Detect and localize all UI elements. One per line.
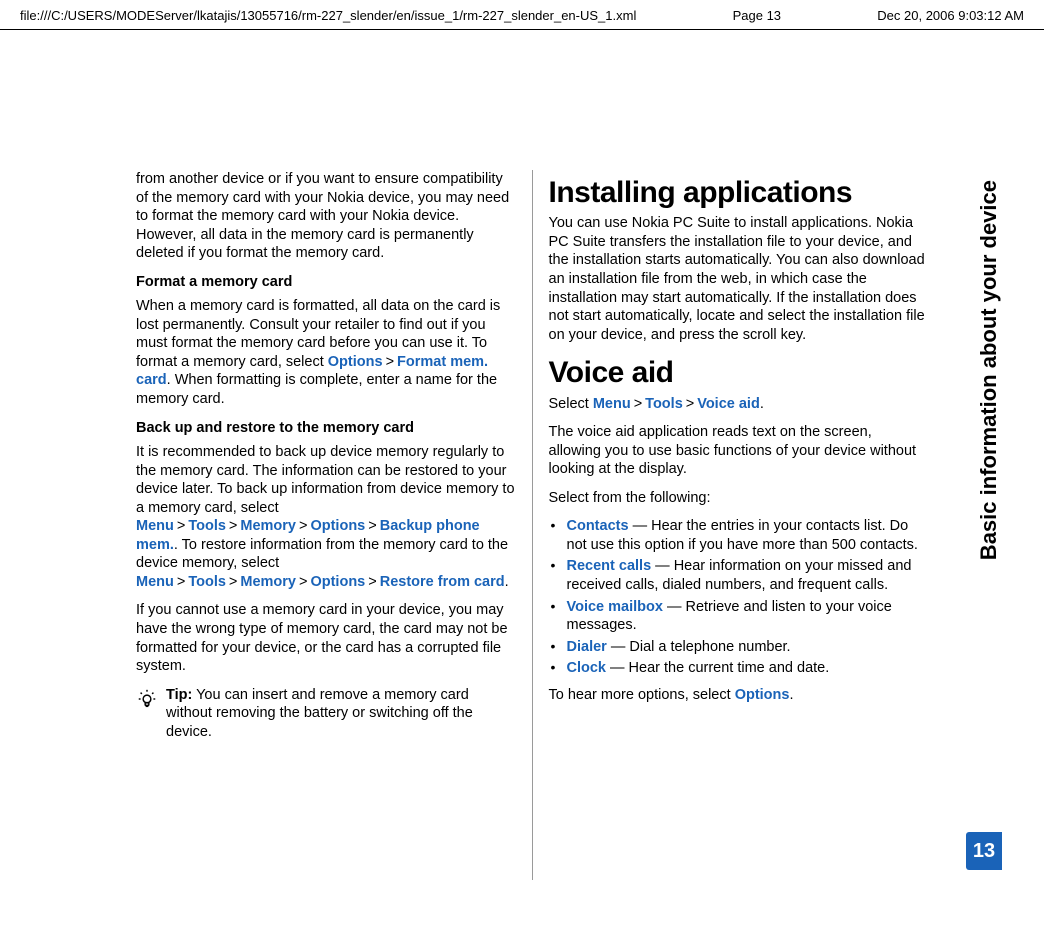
heading-voice-aid: Voice aid (549, 354, 929, 392)
gt-icon: > (174, 518, 188, 534)
right-column: Installing applications You can use Noki… (533, 170, 945, 880)
print-header: file:///C:/USERS/MODEServer/lkatajis/130… (0, 0, 1044, 30)
lightbulb-icon (136, 688, 158, 716)
opt-recent: Recent calls (567, 558, 652, 574)
list-item: Dialer — Dial a telephone number. (549, 638, 929, 657)
path-menu-2: Menu (136, 574, 174, 590)
header-file-path: file:///C:/USERS/MODEServer/lkatajis/130… (20, 8, 636, 23)
left-intro: from another device or if you want to en… (136, 170, 516, 263)
backup-p1-pre: It is recommended to back up device memo… (136, 444, 515, 516)
voice-select: Select Menu>Tools>Voice aid. (549, 395, 929, 414)
voice-more: To hear more options, select Options. (549, 686, 929, 705)
tip-text: Tip: You can insert and remove a memory … (166, 686, 516, 742)
voice-select-post: . (760, 396, 764, 412)
gt-icon: > (365, 574, 379, 590)
list-item: Recent calls — Hear information on your … (549, 557, 929, 594)
voice-path-tools: Tools (645, 396, 683, 412)
backup-heading: Back up and restore to the memory card (136, 419, 516, 438)
opt-contacts: Contacts (567, 518, 629, 534)
tip-body: You can insert and remove a memory card … (166, 687, 473, 740)
gt-icon: > (365, 518, 379, 534)
gt-icon: > (383, 354, 397, 370)
opt-voicemb: Voice mailbox (567, 599, 663, 615)
path-tools-2: Tools (188, 574, 226, 590)
page-root: file:///C:/USERS/MODEServer/lkatajis/130… (0, 0, 1044, 940)
path-menu: Menu (136, 518, 174, 534)
voice-path-voiceaid: Voice aid (697, 396, 760, 412)
gt-icon: > (683, 396, 697, 412)
backup-p1-mid: . To restore information from the memory… (136, 537, 508, 572)
voice-path-menu: Menu (593, 396, 631, 412)
voice-desc: The voice aid application reads text on … (549, 423, 929, 479)
gt-icon: > (631, 396, 645, 412)
backup-body-2: If you cannot use a memory card in your … (136, 601, 516, 675)
path-tools: Tools (188, 518, 226, 534)
voice-select-from: Select from the following: (549, 489, 929, 508)
backup-p1-end: . (505, 574, 509, 590)
gt-icon: > (296, 518, 310, 534)
opt-clock: Clock (567, 660, 607, 676)
voice-select-pre: Select (549, 396, 593, 412)
header-timestamp: Dec 20, 2006 9:03:12 AM (877, 8, 1024, 23)
format-body-post: . When formatting is complete, enter a n… (136, 372, 497, 407)
path-restore: Restore from card (380, 574, 505, 590)
voice-more-opt: Options (735, 687, 790, 703)
page-body: from another device or if you want to en… (120, 170, 944, 880)
list-item: Clock — Hear the current time and date. (549, 659, 929, 678)
left-column: from another device or if you want to en… (120, 170, 533, 880)
gt-icon: > (174, 574, 188, 590)
format-opt-options: Options (328, 354, 383, 370)
voice-options-list: Contacts — Hear the entries in your cont… (549, 517, 929, 677)
opt-clock-text: — Hear the current time and date. (606, 660, 829, 676)
tip-label: Tip: (166, 687, 192, 703)
page-number-tab: 13 (966, 832, 1002, 870)
list-item: Contacts — Hear the entries in your cont… (549, 517, 929, 554)
format-heading: Format a memory card (136, 273, 516, 292)
list-item: Voice mailbox — Retrieve and listen to y… (549, 598, 929, 635)
path-memory: Memory (240, 518, 296, 534)
format-body: When a memory card is formatted, all dat… (136, 297, 516, 408)
opt-dialer: Dialer (567, 639, 607, 655)
side-caption: Basic information about your device (976, 180, 1002, 560)
side-strip: Basic information about your device 13 (962, 170, 1002, 880)
backup-body-1: It is recommended to back up device memo… (136, 443, 516, 591)
opt-dialer-text: — Dial a telephone number. (607, 639, 791, 655)
tip-row: Tip: You can insert and remove a memory … (136, 686, 516, 742)
gt-icon: > (296, 574, 310, 590)
path-memory-2: Memory (240, 574, 296, 590)
gt-icon: > (226, 518, 240, 534)
header-page-label: Page 13 (703, 8, 811, 23)
gt-icon: > (226, 574, 240, 590)
voice-more-pre: To hear more options, select (549, 687, 735, 703)
path-options: Options (310, 518, 365, 534)
voice-more-post: . (789, 687, 793, 703)
path-options-2: Options (310, 574, 365, 590)
install-body: You can use Nokia PC Suite to install ap… (549, 214, 929, 344)
heading-installing: Installing applications (549, 174, 929, 212)
